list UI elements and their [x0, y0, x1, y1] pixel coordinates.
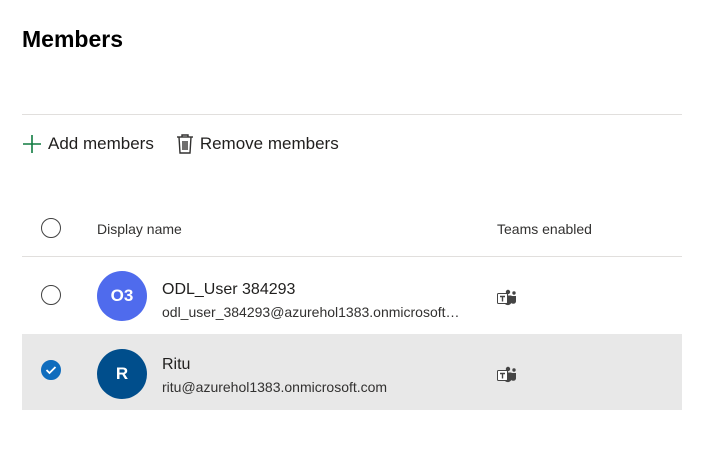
avatar: R — [97, 349, 147, 399]
table-header: Display name Teams enabled — [22, 208, 682, 248]
teams-icon — [497, 366, 517, 389]
plus-icon — [22, 134, 42, 154]
remove-members-button[interactable]: Remove members — [176, 133, 339, 155]
checkmark-icon — [45, 366, 57, 375]
column-header-teams-enabled[interactable]: Teams enabled — [497, 221, 592, 237]
column-header-display-name[interactable]: Display name — [97, 221, 182, 237]
row-checkbox[interactable] — [41, 285, 61, 305]
header-divider — [22, 114, 682, 115]
avatar: O3 — [97, 271, 147, 321]
member-name: Ritu — [162, 356, 191, 373]
member-email: ritu@azurehol1383.onmicrosoft.com — [162, 379, 388, 395]
table-row[interactable]: R Ritu ritu@azurehol1383.onmicrosoft.com — [22, 334, 682, 410]
add-members-label: Add members — [48, 134, 154, 153]
row-checkbox-checked[interactable] — [41, 360, 61, 380]
select-all-checkbox[interactable] — [41, 218, 61, 238]
command-bar: Add members Remove members — [22, 128, 339, 160]
add-members-button[interactable]: Add members — [22, 134, 154, 154]
table-row[interactable]: O3 ODL_User 384293 odl_user_384293@azure… — [22, 257, 682, 333]
member-email: odl_user_384293@azurehol1383.onmicrosoft… — [162, 304, 462, 320]
trash-icon — [176, 133, 194, 155]
teams-icon — [497, 289, 517, 312]
remove-members-label: Remove members — [199, 134, 339, 153]
page-title: Members — [22, 26, 123, 52]
member-name: ODL_User 384293 — [162, 281, 296, 298]
